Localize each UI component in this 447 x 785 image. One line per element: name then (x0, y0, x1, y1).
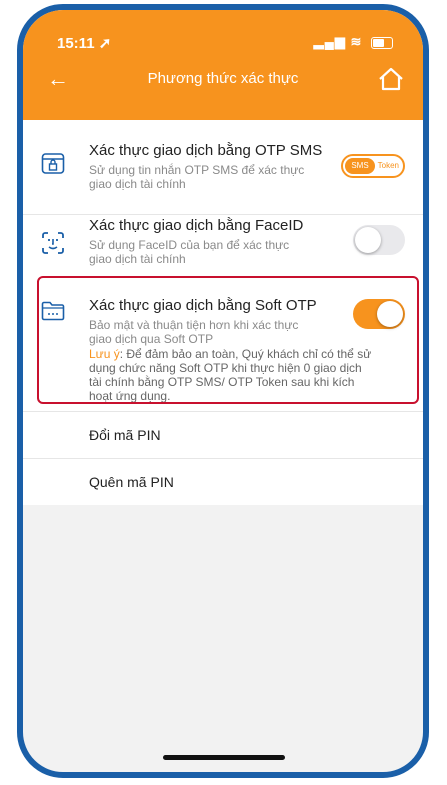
toggle-sms-option[interactable]: SMS (345, 158, 375, 174)
location-arrow-icon: ➚ (98, 35, 112, 52)
status-time: 15:11 ➚ (57, 34, 111, 52)
otp-phone-icon (41, 153, 65, 174)
soft-otp-highlight (37, 276, 419, 404)
wifi-icon: ≋ (350, 34, 363, 49)
home-icon[interactable] (377, 66, 405, 92)
forgot-pin-row[interactable]: Quên mã PIN (23, 459, 423, 505)
change-pin-row[interactable]: Đổi mã PIN (23, 412, 423, 459)
otp-sms-row: Xác thực giao dịch bằng OTP SMS Sử dụng … (23, 120, 423, 215)
status-time-text: 15:11 (57, 35, 95, 52)
otp-sms-desc: Sử dụng tin nhắn OTP SMS để xác thực gia… (89, 163, 359, 191)
signal-icon: ▂▄▆ (313, 34, 346, 49)
faceid-switch[interactable] (353, 225, 405, 255)
faceid-desc: Sử dụng FaceID của bạn để xác thực giao … (89, 238, 359, 266)
faceid-row: Xác thực giao dịch bằng FaceID Sử dụng F… (23, 215, 423, 283)
toggle-token-option[interactable]: Token (378, 158, 399, 174)
faceid-icon (42, 232, 64, 254)
faceid-desc-line1: Sử dụng FaceID của bạn để xác thực (89, 238, 290, 252)
faceid-switch-knob (355, 227, 381, 253)
home-indicator (163, 755, 285, 760)
otp-sms-token-toggle[interactable]: SMS Token (341, 154, 405, 178)
faceid-title: Xác thực giao dịch bằng FaceID (89, 217, 304, 234)
otp-sms-title: Xác thực giao dịch bằng OTP SMS (89, 142, 323, 159)
page-title: Phương thức xác thực (147, 70, 299, 87)
otp-sms-desc-line1: Sử dụng tin nhắn OTP SMS để xác thực (89, 163, 305, 177)
change-pin-label: Đổi mã PIN (89, 427, 161, 443)
app-header: 15:11 ➚ ▂▄▆ ≋ ← Phương thức xác thực (23, 10, 423, 120)
faceid-desc-line2: giao dịch tài chính (89, 252, 186, 266)
phone-frame: 15:11 ➚ ▂▄▆ ≋ ← Phương thức xác thực Xác… (17, 4, 429, 778)
otp-sms-desc-line2: giao dịch tài chính (89, 177, 186, 191)
battery-icon (371, 36, 393, 49)
status-icons: ▂▄▆ ≋ (314, 34, 393, 50)
forgot-pin-label: Quên mã PIN (89, 474, 174, 490)
